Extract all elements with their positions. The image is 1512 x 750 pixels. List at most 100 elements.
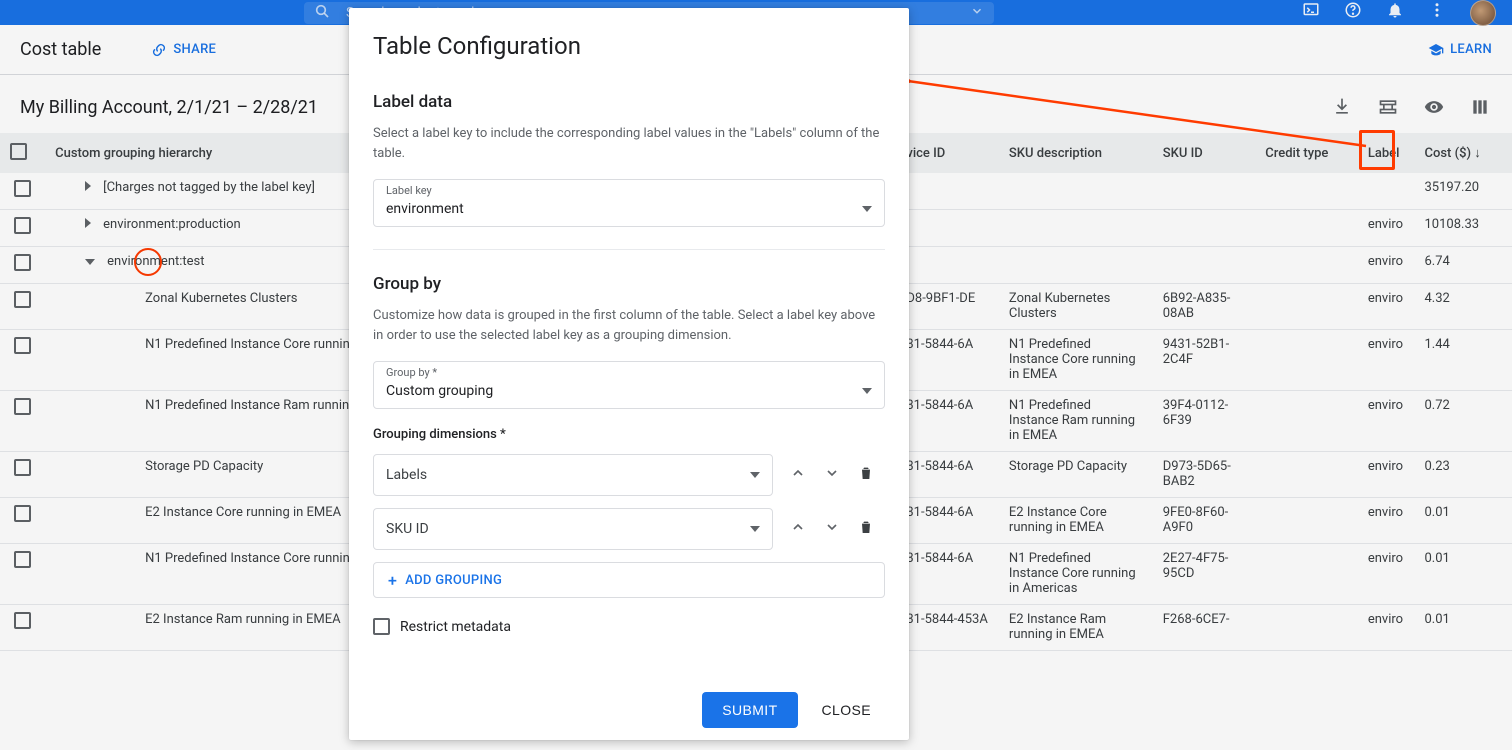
cell-sku_desc [999,173,1153,210]
hierarchy-label: N1 Predefined Instance Core runnin [55,551,350,566]
label-key-select[interactable]: Label key environment [373,179,885,227]
col-cost[interactable]: Cost ($) ↓ [1414,133,1512,173]
group-by-select[interactable]: Group by * Custom grouping [373,361,885,409]
restrict-metadata-row[interactable]: Restrict metadata [373,618,885,635]
learn-button[interactable]: LEARN [1428,42,1492,58]
cell-sku_id: 2E27-4F75-95CD [1153,544,1256,605]
checkbox-icon[interactable] [14,612,31,629]
hierarchy-label: N1 Predefined Instance Core runnin [55,337,350,352]
cell-service_id: 31-5844-453A [896,605,999,651]
cell-cost: 10108.33 [1414,210,1512,247]
cell-cost: 0.23 [1414,452,1512,498]
checkbox-icon[interactable] [14,217,31,234]
cell-label: enviro [1358,330,1415,391]
restrict-metadata-label: Restrict metadata [400,619,511,635]
cell-label: enviro [1358,544,1415,605]
col-sku-id[interactable]: SKU ID [1153,133,1256,173]
dimension-select[interactable]: Labels [373,454,773,496]
move-up-icon[interactable] [787,465,809,485]
cell-label: enviro [1358,498,1415,544]
dropdown-caret-icon [750,526,760,532]
notifications-icon[interactable] [1386,1,1404,24]
configure-table-icon[interactable] [1376,95,1400,119]
cell-cost: 4.32 [1414,284,1512,330]
expand-icon[interactable] [85,218,91,228]
checkbox-icon[interactable] [14,337,31,354]
cell-sku_id: F268-6CE7- [1153,605,1256,651]
cell-credit_type [1255,173,1358,210]
delete-icon[interactable] [855,465,877,485]
cell-sku_desc: E2 Instance Core running in EMEA [999,498,1153,544]
help-icon[interactable] [1344,1,1362,24]
cell-cost: 0.01 [1414,605,1512,651]
chevron-down-icon[interactable] [970,4,984,22]
share-label: SHARE [173,42,216,57]
collapse-icon[interactable] [85,259,95,265]
cell-cost: 0.01 [1414,544,1512,605]
checkbox-icon[interactable] [14,291,31,308]
cell-credit_type [1255,391,1358,452]
cell-service_id [896,210,999,247]
cell-label: enviro [1358,452,1415,498]
move-up-icon[interactable] [787,519,809,539]
cell-label: enviro [1358,210,1415,247]
cell-sku_desc [999,210,1153,247]
checkbox-icon[interactable] [10,143,27,160]
cell-credit_type [1255,605,1358,651]
share-button[interactable]: SHARE [151,42,216,58]
cell-label: enviro [1358,605,1415,651]
plus-icon: + [388,571,397,590]
submit-button[interactable]: SUBMIT [702,692,797,728]
delete-icon[interactable] [855,519,877,539]
checkbox-icon[interactable] [14,551,31,568]
cell-sku_id: 39F4-0112-6F39 [1153,391,1256,452]
hierarchy-label: [Charges not tagged by the label key] [103,180,315,195]
cloud-shell-icon[interactable] [1302,1,1320,24]
cell-service_id [896,173,999,210]
checkbox-icon[interactable] [14,254,31,271]
table-config-modal: Table Configuration Label data Select a … [349,8,909,740]
cell-credit_type [1255,247,1358,284]
more-vert-icon[interactable] [1428,1,1446,24]
label-key-value: environment [386,201,464,217]
col-sku-desc[interactable]: SKU description [999,133,1153,173]
columns-icon[interactable] [1468,95,1492,119]
move-down-icon[interactable] [821,465,843,485]
section-divider [373,249,885,250]
cell-sku_desc: E2 Instance Ram running in EMEA [999,605,1153,651]
dimension-select[interactable]: SKU ID [373,508,773,550]
table-toolbar [1330,95,1492,119]
annotation-circle [134,248,162,276]
cell-service_id: 31-5844-6A [896,544,999,605]
move-down-icon[interactable] [821,519,843,539]
group-by-value: Custom grouping [386,383,493,399]
label-data-desc: Select a label key to include the corres… [373,124,885,163]
expand-icon[interactable] [85,181,91,191]
dimension-value: Labels [386,467,427,483]
grouping-dimensions-label: Grouping dimensions * [373,427,885,442]
checkbox-icon[interactable] [14,505,31,522]
cell-cost: 1.44 [1414,330,1512,391]
checkbox-icon[interactable] [373,618,390,635]
cell-credit_type [1255,498,1358,544]
cell-sku_id [1153,210,1256,247]
add-grouping-button[interactable]: + ADD GROUPING [373,562,885,598]
cell-service_id: D8-9BF1-DE [896,284,999,330]
group-by-label: Group by * [386,366,437,379]
cell-sku_id [1153,247,1256,284]
visibility-icon[interactable] [1422,95,1446,119]
select-all-cell[interactable] [0,133,45,173]
checkbox-icon[interactable] [14,459,31,476]
avatar[interactable] [1470,0,1496,26]
checkbox-icon[interactable] [14,180,31,197]
checkbox-icon[interactable] [14,398,31,415]
cell-cost: 0.01 [1414,498,1512,544]
cell-credit_type [1255,284,1358,330]
cell-service_id: 31-5844-6A [896,391,999,452]
col-credit-type[interactable]: Credit type [1255,133,1358,173]
close-button[interactable]: CLOSE [808,692,885,728]
hierarchy-label: E2 Instance Ram running in EMEA [55,612,340,627]
col-service-id[interactable]: vice ID [896,133,999,173]
download-icon[interactable] [1330,95,1354,119]
col-label[interactable]: Label [1358,133,1415,173]
